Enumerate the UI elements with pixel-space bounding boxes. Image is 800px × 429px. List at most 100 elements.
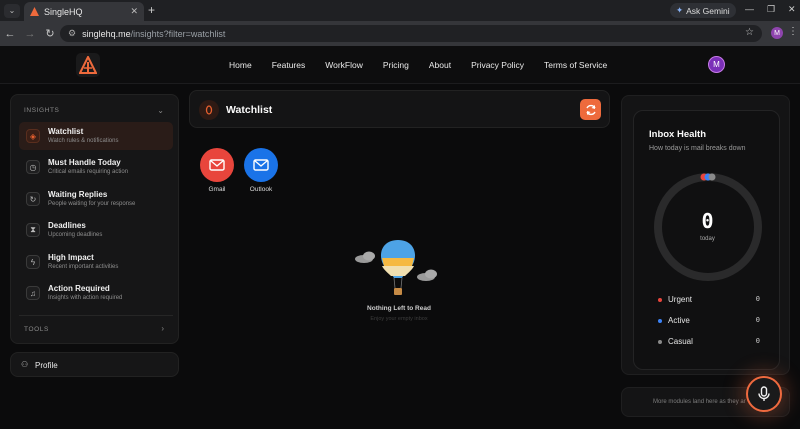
- profile-label: Profile: [35, 361, 58, 370]
- divider: [19, 315, 173, 316]
- mail-icon: [244, 148, 278, 182]
- sidebar-item-title: High Impact: [48, 253, 94, 262]
- sidebar-item-title: Watchlist: [48, 127, 84, 136]
- legend-urgent: Urgent 0: [658, 295, 760, 304]
- today-label: today: [700, 236, 715, 242]
- sidebar-item-deadlines[interactable]: ⧗ Deadlines Upcoming deadlines: [19, 216, 173, 244]
- bell-icon: ♫: [26, 286, 40, 300]
- ask-gemini-button[interactable]: ✦ Ask Gemini: [670, 3, 736, 18]
- sidebar-item-title: Deadlines: [48, 221, 86, 230]
- refresh-icon: [585, 104, 596, 115]
- gemini-sparkle-icon: ✦: [676, 5, 684, 15]
- hot-air-balloon-illustration: [355, 240, 437, 295]
- bookmark-star-icon[interactable]: ☆: [745, 27, 754, 38]
- user-icon: ⚇: [21, 360, 29, 369]
- nav-privacy-policy[interactable]: Privacy Policy: [471, 60, 524, 70]
- sidebar-item-watchlist[interactable]: ◈ Watchlist Watch rules & notifications: [19, 122, 173, 150]
- sidebar-item-high-impact[interactable]: ϟ High Impact Recent important activitie…: [19, 248, 173, 276]
- nav-about[interactable]: About: [429, 60, 451, 70]
- nav-terms-of-service[interactable]: Terms of Service: [544, 60, 607, 70]
- sidebar-item-title: Action Required: [48, 284, 110, 293]
- section-insights-label[interactable]: INSIGHTS: [24, 107, 60, 114]
- modules-text: More modules land here as they ar: [653, 399, 746, 405]
- site-header: Home Features WorkFlow Pricing About Pri…: [0, 46, 800, 84]
- legend-label: Casual: [668, 337, 693, 346]
- main-nav: Home Features WorkFlow Pricing About Pri…: [229, 60, 627, 70]
- sidebar-item-action-required[interactable]: ♫ Action Required Insights with action r…: [19, 279, 173, 307]
- url-path: /insights?filter=watchlist: [130, 28, 226, 39]
- dot-icon: [658, 339, 662, 344]
- tab-close-icon[interactable]: ✕: [130, 6, 138, 17]
- browser-tab[interactable]: SingleHQ ✕: [24, 2, 144, 21]
- browser-toolbar: ← → ↻ ⚙ singlehq.me/insights?filter=watc…: [0, 21, 800, 46]
- ring-marker-casual: [708, 173, 716, 181]
- legend-label: Active: [668, 316, 690, 325]
- user-avatar[interactable]: M: [708, 56, 725, 73]
- browser-menu-icon[interactable]: ⋮: [788, 26, 798, 37]
- sidebar-item-waiting-replies[interactable]: ↻ Waiting Replies People waiting for you…: [19, 185, 173, 213]
- provider-label: Outlook: [249, 186, 273, 193]
- sidebar-item-subtitle: Upcoming deadlines: [48, 232, 103, 238]
- sidebar-item-subtitle: Critical emails requiring action: [48, 169, 129, 175]
- singlehq-logo[interactable]: [76, 53, 100, 77]
- window-close-icon[interactable]: ✕: [788, 4, 796, 15]
- sidebar-item-subtitle: Recent important activities: [48, 264, 119, 270]
- card-subtitle: How today is mail breaks down: [649, 145, 746, 152]
- gmail-provider[interactable]: Gmail: [200, 148, 234, 193]
- sidebar-item-must-handle-today[interactable]: ◷ Must Handle Today Critical emails requ…: [19, 153, 173, 181]
- refresh-icon: ↻: [26, 192, 40, 206]
- refresh-button[interactable]: [580, 99, 601, 120]
- bolt-icon: ϟ: [26, 255, 40, 269]
- hourglass-icon: ⧗: [26, 223, 40, 237]
- today-count: 0: [701, 209, 714, 233]
- nav-features[interactable]: Features: [272, 60, 306, 70]
- section-tools-label[interactable]: TOOLS: [24, 326, 49, 333]
- outlook-provider[interactable]: Outlook: [244, 148, 278, 193]
- reload-icon[interactable]: ↻: [40, 27, 60, 40]
- dot-icon: [658, 297, 662, 302]
- sidebar-item-subtitle: Insights with action required: [48, 295, 123, 301]
- watchlist-header: Watchlist: [189, 90, 610, 128]
- back-icon[interactable]: ←: [0, 28, 20, 40]
- sidebar-item-subtitle: Watch rules & notifications: [48, 138, 119, 144]
- empty-state-subtitle: Enjoy your empty inbox: [370, 316, 428, 322]
- nav-home[interactable]: Home: [229, 60, 252, 70]
- tag-icon: ◈: [26, 129, 40, 143]
- legend-value: 0: [755, 337, 760, 345]
- insights-sidebar: INSIGHTS ⌄ ◈ Watchlist Watch rules & not…: [10, 94, 179, 344]
- profile-button[interactable]: ⚇ Profile: [10, 352, 179, 377]
- mail-icon: [200, 148, 234, 182]
- url-host: singlehq.me: [82, 28, 131, 39]
- dot-icon: [658, 318, 662, 323]
- clock-icon: ◷: [26, 160, 40, 174]
- chevron-down-icon[interactable]: ⌄: [157, 106, 164, 115]
- nav-pricing[interactable]: Pricing: [383, 60, 409, 70]
- forward-icon[interactable]: →: [20, 28, 40, 40]
- new-tab-icon[interactable]: +: [148, 3, 155, 17]
- legend-casual: Casual 0: [658, 337, 760, 346]
- singlehq-favicon-icon: [30, 7, 39, 16]
- tab-list-icon[interactable]: ⌄: [4, 3, 20, 18]
- nav-workflow[interactable]: WorkFlow: [325, 60, 363, 70]
- legend-label: Urgent: [668, 295, 693, 304]
- voice-input-button[interactable]: [746, 376, 782, 412]
- empty-state-title: Nothing Left to Read: [367, 305, 431, 312]
- provider-label: Gmail: [208, 186, 226, 193]
- sidebar-item-title: Must Handle Today: [48, 158, 121, 167]
- ask-gemini-label: Ask Gemini: [686, 5, 730, 16]
- tab-title: SingleHQ: [44, 6, 83, 17]
- logo-icon: [79, 56, 97, 74]
- legend-value: 0: [755, 295, 760, 303]
- page-title: Watchlist: [226, 104, 273, 116]
- sidebar-item-title: Waiting Replies: [48, 190, 108, 199]
- address-bar[interactable]: ⚙ singlehq.me/insights?filter=watchlist …: [60, 25, 762, 42]
- minimize-icon[interactable]: —: [745, 4, 754, 14]
- restore-icon[interactable]: ❐: [767, 4, 775, 15]
- browser-tabbar: ⌄ SingleHQ ✕ + ✦ Ask Gemini — ❐ ✕: [0, 0, 800, 21]
- site-info-icon[interactable]: ⚙: [68, 28, 76, 39]
- browser-profile-avatar[interactable]: M: [771, 27, 783, 39]
- tag-icon: [199, 100, 219, 120]
- chevron-right-icon[interactable]: ›: [161, 324, 164, 333]
- legend-active: Active 0: [658, 316, 760, 325]
- microphone-icon: [758, 386, 770, 401]
